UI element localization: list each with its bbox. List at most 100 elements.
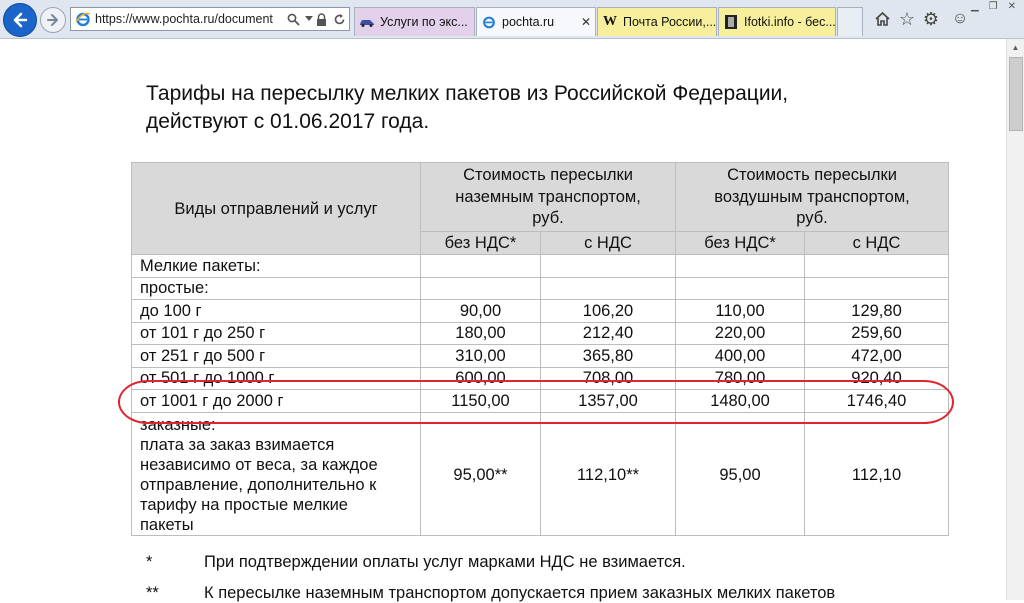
film-icon	[723, 14, 739, 30]
ie-page-icon	[481, 14, 497, 30]
back-button[interactable]	[3, 3, 37, 37]
address-bar[interactable]: https://www.pochta.ru/document	[70, 7, 350, 31]
cell-air-no-vat: 110,00	[675, 299, 806, 323]
footnote-text: К пересылке наземным транспортом допуска…	[204, 584, 836, 602]
ie-logo-icon	[75, 12, 91, 27]
restore-icon[interactable]: ❐	[989, 1, 998, 12]
header-air-vat: с НДС	[804, 231, 950, 255]
table-row: заказные: плата за заказ взимается незав…	[131, 411, 950, 536]
table-row: Мелкие пакеты:	[131, 254, 950, 278]
section-label: простые:	[131, 276, 421, 300]
table-row: простые:	[131, 276, 950, 300]
tab-ifotki[interactable]: Ifotki.info - бес...	[718, 7, 836, 36]
refresh-icon[interactable]	[331, 11, 347, 27]
cell-air-no-vat: 780,00	[675, 366, 806, 390]
tab-pochta[interactable]: pochta.ru ✕	[476, 7, 596, 36]
table-row-highlighted: от 1001 г до 2000 г 1150,00 1357,00 1480…	[131, 389, 950, 413]
header-ground-no-vat: без НДС*	[420, 231, 541, 255]
registered-line: заказные:	[140, 415, 216, 434]
cell-ground-no-vat: 1150,00	[420, 389, 541, 413]
settings-gear-icon[interactable]: ⚙	[921, 9, 941, 29]
registered-line: пакеты	[140, 515, 194, 534]
cell-ground-vat: 106,20	[539, 299, 677, 323]
registered-line: тарифу на простые мелкие	[140, 495, 348, 514]
registered-label: заказные: плата за заказ взимается незав…	[131, 411, 421, 536]
window-controls: ▁ ❐ ✕	[971, 1, 1016, 12]
cell-air-vat: 112,10	[804, 411, 950, 536]
row-label: от 1001 г до 2000 г	[131, 389, 421, 413]
footnote-mark: *	[146, 553, 153, 571]
car-icon	[359, 14, 375, 30]
favorites-star-icon[interactable]: ☆	[897, 9, 917, 29]
close-icon[interactable]: ✕	[581, 15, 591, 29]
cell-air-no-vat: 1480,00	[675, 389, 806, 413]
scrollbar-thumb[interactable]	[1009, 57, 1023, 131]
cell-ground-no-vat: 95,00**	[420, 411, 541, 536]
registered-line: отправление, дополнительно к	[140, 475, 377, 494]
tab-label: Почта России,...	[623, 15, 717, 29]
header-ground: Стоимость пересылки наземным транспортом…	[419, 162, 677, 232]
scroll-up-arrow-icon[interactable]: ▲	[1007, 39, 1024, 56]
tab-wiki[interactable]: W Почта России,...	[597, 7, 717, 36]
wikipedia-icon: W	[603, 14, 617, 29]
vertical-scrollbar[interactable]: ▲	[1006, 39, 1024, 600]
search-icon[interactable]	[285, 11, 301, 27]
header-text: Стоимость пересылки	[463, 166, 633, 184]
row-label: от 251 г до 500 г	[131, 344, 421, 368]
tab-label: Ifotki.info - бес...	[744, 15, 836, 29]
header-ground-vat: с НДС	[539, 231, 677, 255]
footnote-mark: **	[146, 584, 159, 602]
header-text: воздушным транспортом,	[714, 187, 910, 206]
table-row: от 251 г до 500 г 310,00 365,80 400,00 4…	[131, 344, 950, 368]
section-label: Мелкие пакеты:	[131, 254, 421, 278]
row-label: от 101 г до 250 г	[131, 321, 421, 345]
header-text: наземным транспортом,	[455, 187, 641, 206]
header-text: руб.	[532, 209, 564, 227]
table-row: от 101 г до 250 г 180,00 212,40 220,00 2…	[131, 321, 950, 345]
tab-label: Услуги по экс...	[380, 15, 468, 29]
url-text: https://www.pochta.ru/document	[95, 12, 273, 26]
forward-arrow-icon	[47, 14, 58, 26]
close-window-icon[interactable]: ✕	[1008, 1, 1016, 12]
cell-air-vat: 129,80	[804, 299, 950, 323]
title-line-1: Тарифы на пересылку мелких пакетов из Ро…	[146, 82, 789, 105]
cell-ground-no-vat: 180,00	[420, 321, 541, 345]
minimize-icon[interactable]: ▁	[971, 1, 979, 12]
cell-ground-no-vat: 600,00	[420, 366, 541, 390]
cell-ground-no-vat: 90,00	[420, 299, 541, 323]
header-text: руб.	[796, 209, 828, 227]
footnote-text: При подтверждении оплаты услуг марками Н…	[204, 553, 686, 571]
cell-ground-vat: 212,40	[539, 321, 677, 345]
footnote-vat: * При подтверждении оплаты услуг марками …	[146, 553, 686, 572]
registered-line: плата за заказ взимается	[140, 435, 335, 454]
header-air-no-vat: без НДС*	[675, 231, 806, 255]
cell-ground-vat: 365,80	[539, 344, 677, 368]
row-label: от 501 г до 1000 г	[131, 366, 421, 390]
page-title: Тарифы на пересылку мелких пакетов из Ро…	[146, 80, 926, 136]
forward-button[interactable]	[40, 7, 66, 33]
smiley-icon[interactable]: ☺	[950, 9, 970, 29]
cell-air-vat: 259,60	[804, 321, 950, 345]
cell-air-no-vat: 95,00	[675, 411, 806, 536]
table-row: до 100 г 90,00 106,20 110,00 129,80	[131, 299, 950, 323]
registered-line: независимо от веса, за каждое	[140, 455, 378, 474]
new-tab-button[interactable]	[837, 7, 863, 36]
header-air: Стоимость пересылки воздушным транспорто…	[675, 162, 950, 232]
cell-air-no-vat: 220,00	[675, 321, 806, 345]
header-text: Стоимость пересылки	[727, 166, 897, 184]
cell-air-vat: 472,00	[804, 344, 950, 368]
table-row: от 501 г до 1000 г 600,00 708,00 780,00 …	[131, 366, 950, 390]
lock-icon[interactable]	[313, 11, 329, 27]
browser-toolbar: https://www.pochta.ru/document Услуги по…	[0, 0, 1024, 39]
cell-ground-vat: 1357,00	[539, 389, 677, 413]
cell-ground-vat: 112,10**	[539, 411, 677, 536]
home-icon[interactable]	[872, 9, 892, 29]
back-arrow-icon	[13, 12, 28, 28]
footnote-ground: ** К пересылке наземным транспортом допус…	[146, 584, 835, 603]
cell-air-vat: 1746,40	[804, 389, 950, 413]
tab-services[interactable]: Услуги по экс...	[354, 7, 475, 36]
title-line-2: действуют с 01.06.2017 года.	[146, 110, 430, 133]
cell-ground-vat: 708,00	[539, 366, 677, 390]
header-kind: Виды отправлений и услуг	[131, 162, 421, 255]
cell-air-vat: 920,40	[804, 366, 950, 390]
